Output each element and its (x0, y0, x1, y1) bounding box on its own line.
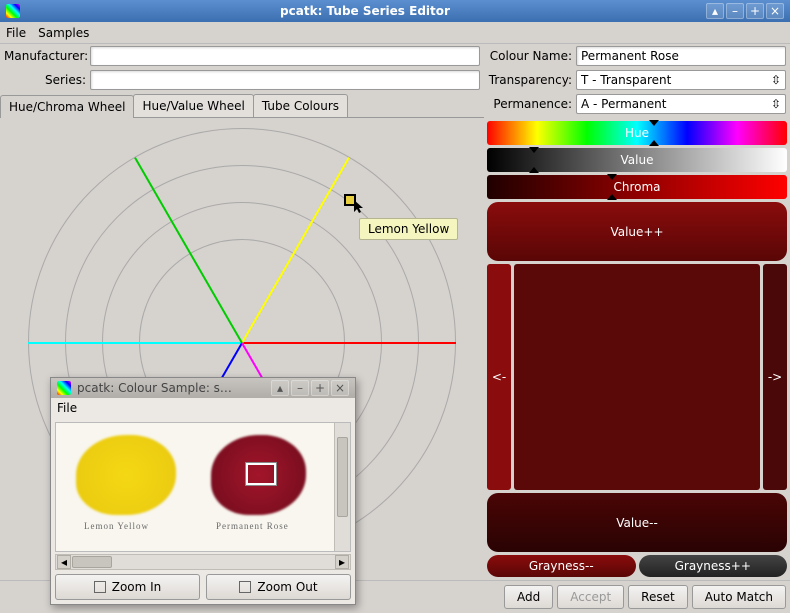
updown-icon: ⇳ (771, 97, 781, 111)
colour-name-label: Colour Name: (488, 49, 572, 63)
permanence-value: A - Permanent (581, 97, 666, 111)
menu-samples[interactable]: Samples (38, 26, 89, 40)
colour-sample-window[interactable]: pcatk: Colour Sample: s… ▴ – + × File Le… (50, 377, 356, 605)
manufacturer-label: Manufacturer: (4, 49, 86, 63)
minimize-button[interactable]: – (291, 380, 309, 396)
permanence-combo[interactable]: A - Permanent ⇳ (576, 94, 786, 114)
sample-image[interactable]: Lemon Yellow Permanent Rose (55, 422, 351, 552)
accept-button: Accept (557, 585, 624, 609)
add-button[interactable]: Add (504, 585, 553, 609)
close-button[interactable]: × (766, 3, 784, 19)
minimize-button[interactable]: – (726, 3, 744, 19)
sample-caption-right: Permanent Rose (216, 521, 289, 531)
tabs: Hue/Chroma Wheel Hue/Value Wheel Tube Co… (0, 94, 484, 118)
series-input[interactable] (90, 70, 480, 90)
transparency-combo[interactable]: T - Transparent ⇳ (576, 70, 786, 90)
transparency-label: Transparency: (488, 73, 572, 87)
tab-tube-colours[interactable]: Tube Colours (253, 94, 348, 117)
sample-menubar: File (51, 398, 355, 418)
cursor-icon (354, 200, 366, 214)
maximize-button[interactable]: + (311, 380, 329, 396)
scrollbar-thumb[interactable] (337, 437, 348, 517)
spoke-red (242, 342, 456, 344)
chroma-slider[interactable]: Chroma (487, 175, 787, 199)
menubar: File Samples (0, 22, 790, 44)
zoom-in-icon (94, 581, 106, 593)
window-title: pcatk: Tube Series Editor (26, 4, 704, 18)
transparency-value: T - Transparent (581, 73, 671, 87)
sample-menu-file[interactable]: File (57, 401, 77, 415)
value-minus-button[interactable]: Value-- (487, 493, 787, 552)
permanence-label: Permanence: (488, 97, 572, 111)
colour-name-input[interactable] (576, 46, 786, 66)
sample-window-title: pcatk: Colour Sample: s… (77, 381, 269, 395)
shade-button[interactable]: ▴ (706, 3, 724, 19)
shade-button[interactable]: ▴ (271, 380, 289, 396)
hue-left-button[interactable]: <- (487, 264, 511, 490)
scrollbar-vertical[interactable] (334, 423, 350, 551)
zoom-out-button[interactable]: Zoom Out (206, 574, 351, 600)
close-button[interactable]: × (331, 380, 349, 396)
hue-right-button[interactable]: -> (763, 264, 787, 490)
colour-swatch (514, 264, 760, 490)
wheel-tooltip: Lemon Yellow (359, 218, 458, 240)
selection-box[interactable] (246, 463, 276, 485)
tab-hue-value[interactable]: Hue/Value Wheel (133, 94, 253, 117)
scroll-left-icon[interactable]: ◂ (57, 555, 71, 569)
sample-caption-left: Lemon Yellow (84, 521, 149, 531)
app-icon (57, 381, 71, 395)
series-label: Series: (4, 73, 86, 87)
scroll-right-icon[interactable]: ▸ (335, 555, 349, 569)
zoom-out-icon (239, 581, 251, 593)
scrollbar-horizontal[interactable]: ◂ ▸ (55, 554, 351, 570)
colour-editor-panel: Hue Value Chroma Value++ <- -> Value-- G… (484, 118, 790, 580)
auto-match-button[interactable]: Auto Match (692, 585, 786, 609)
updown-icon: ⇳ (771, 73, 781, 87)
value-plus-button[interactable]: Value++ (487, 202, 787, 261)
app-icon (6, 4, 20, 18)
window-titlebar: pcatk: Tube Series Editor ▴ – + × (0, 0, 790, 22)
maximize-button[interactable]: + (746, 3, 764, 19)
value-slider[interactable]: Value (487, 148, 787, 172)
manufacturer-input[interactable] (90, 46, 480, 66)
tab-hue-chroma[interactable]: Hue/Chroma Wheel (0, 95, 134, 118)
hue-chroma-wheel[interactable]: Lemon Yellow pcatk: Colour Sample: s… ▴ … (0, 118, 484, 580)
grayness-plus-button[interactable]: Grayness++ (639, 555, 788, 577)
paint-swatch-yellow (76, 435, 176, 515)
menu-file[interactable]: File (6, 26, 26, 40)
grayness-minus-button[interactable]: Grayness-- (487, 555, 636, 577)
spoke-cyan (28, 342, 242, 344)
scrollbar-thumb[interactable] (72, 556, 112, 568)
reset-button[interactable]: Reset (628, 585, 688, 609)
hue-slider[interactable]: Hue (487, 121, 787, 145)
zoom-in-button[interactable]: Zoom In (55, 574, 200, 600)
